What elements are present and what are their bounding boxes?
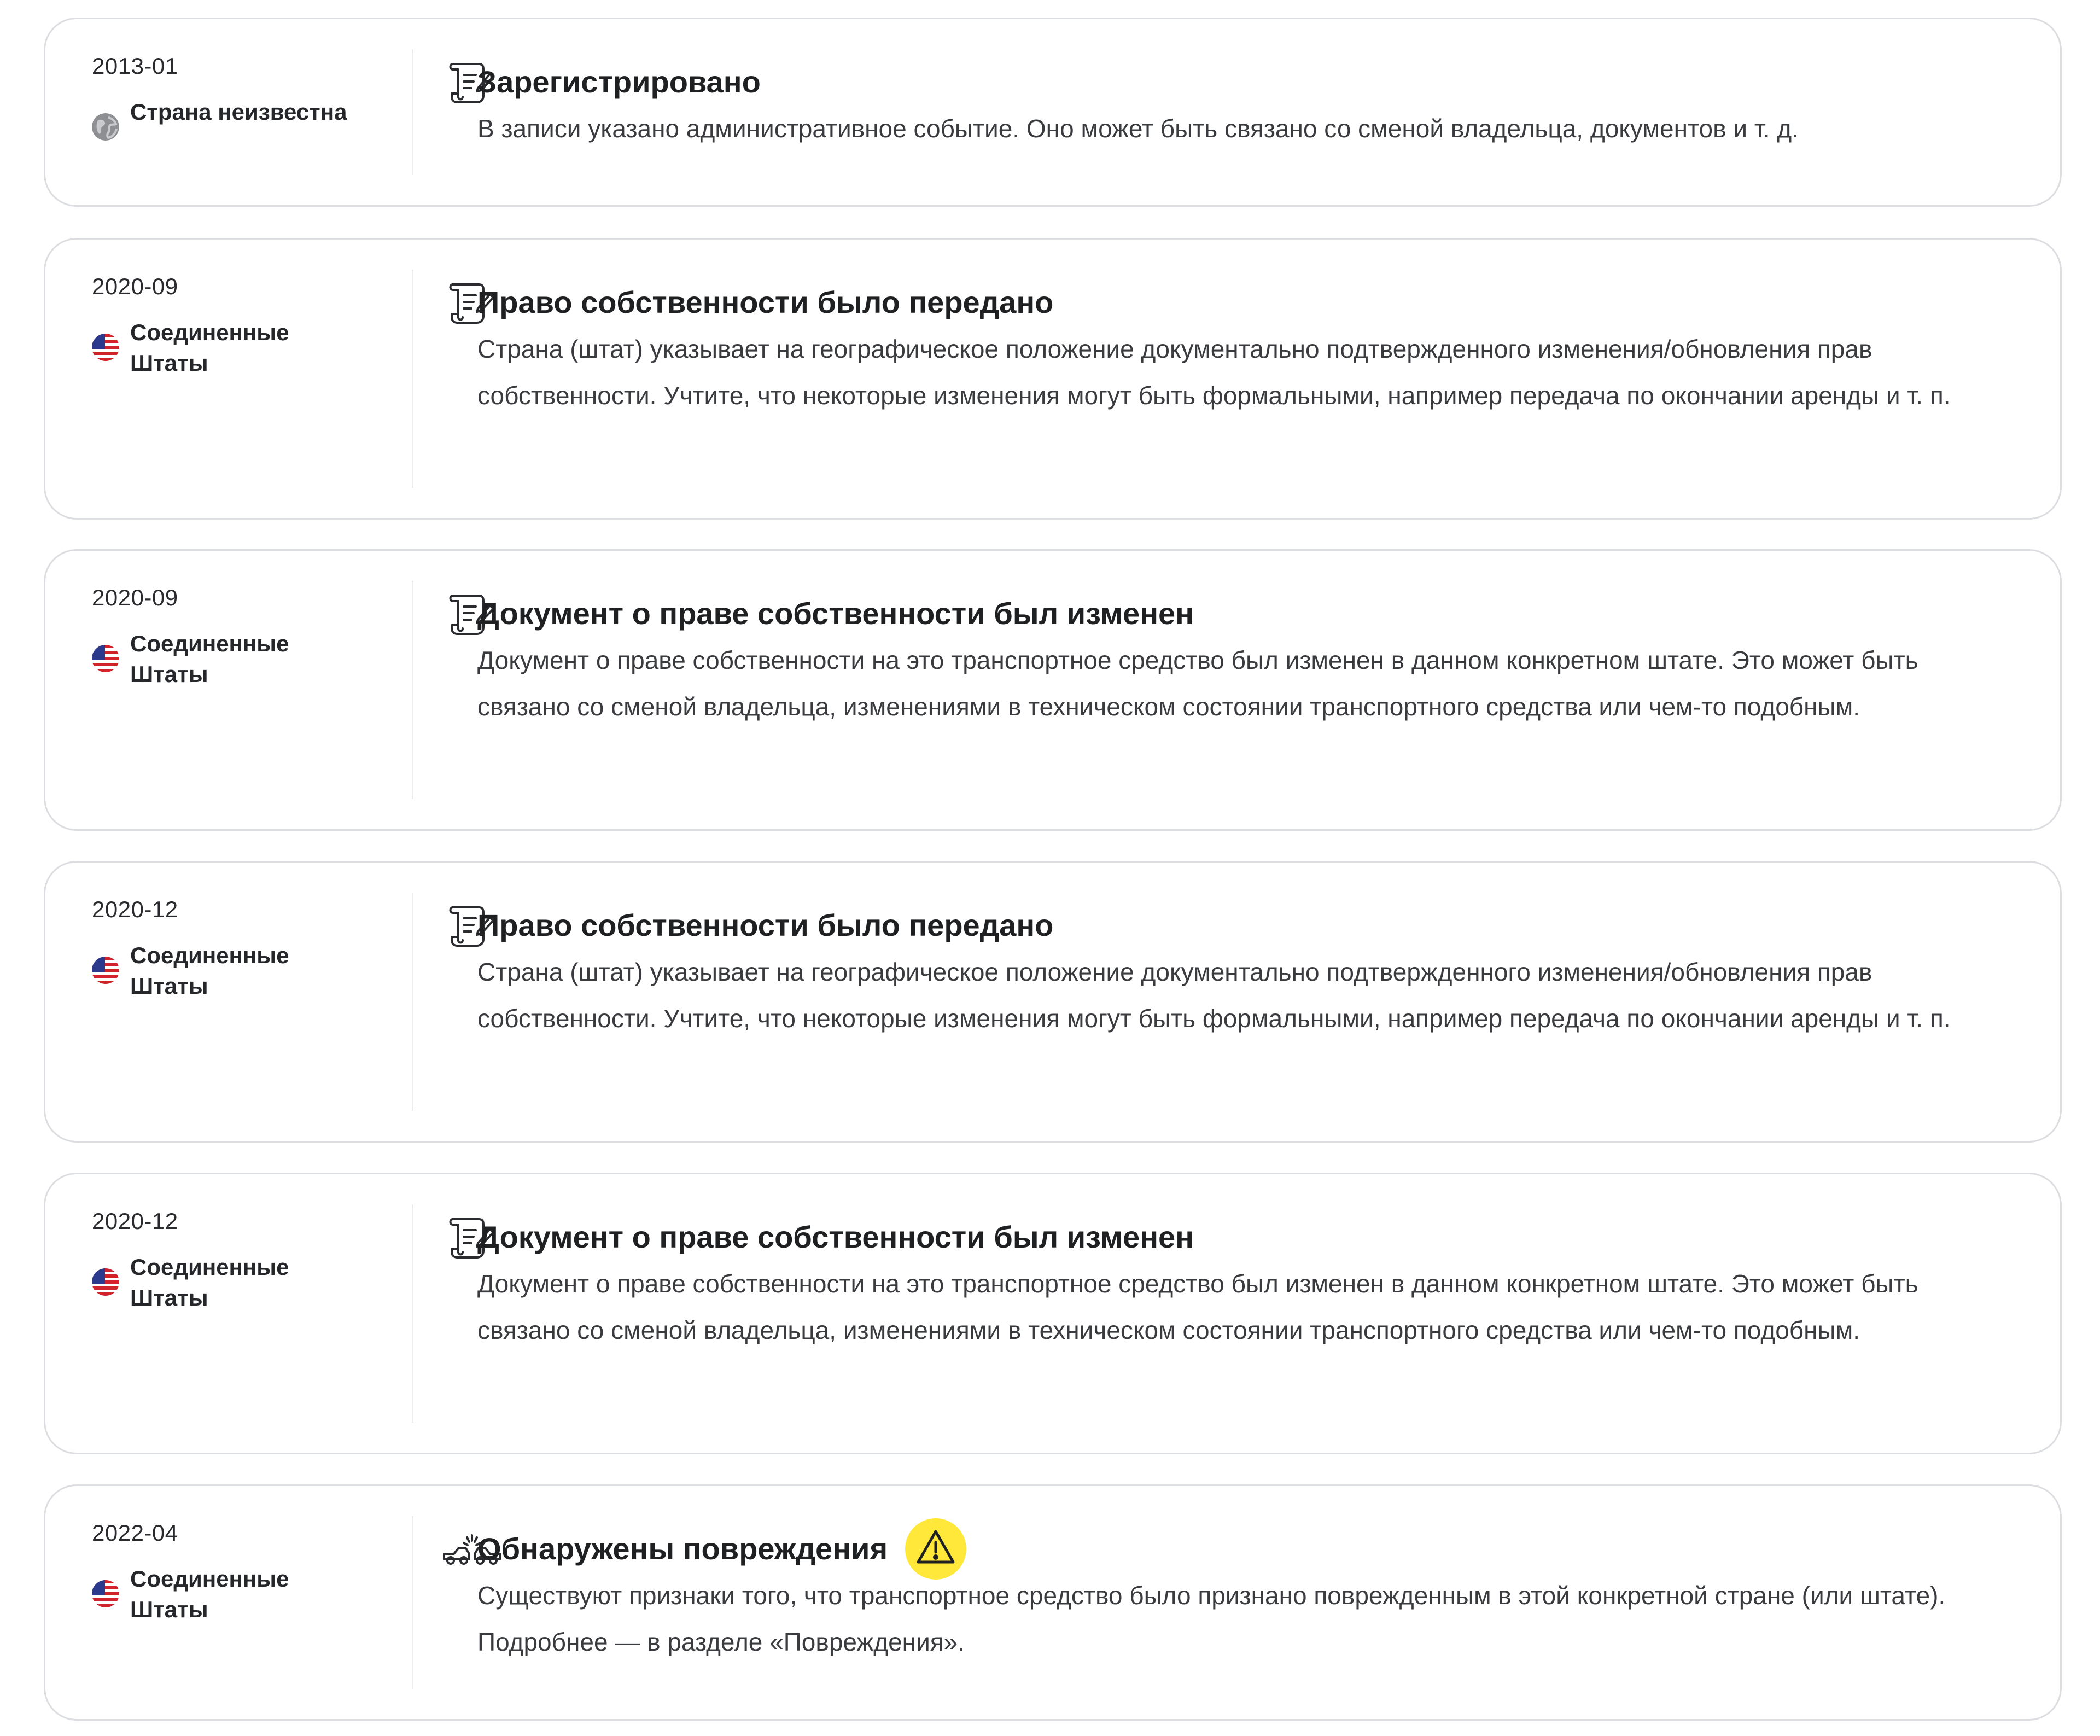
timeline-card: 2020-09 Соединенные Штаты xyxy=(44,238,2062,520)
event-date: 2020-09 xyxy=(92,273,178,299)
us-flag-icon xyxy=(92,334,119,361)
vehicle-history-timeline: 2013-01 Страна неизвестна Зарегистрирова… xyxy=(0,0,2100,1736)
country-name: Соединенные Штаты xyxy=(130,942,289,999)
event-country: Соединенные Штаты xyxy=(92,1252,365,1313)
event-country: Соединенные Штаты xyxy=(92,317,365,378)
divider xyxy=(412,270,413,488)
event-date: 2020-12 xyxy=(92,1208,178,1234)
warning-triangle-icon xyxy=(905,1518,967,1580)
divider xyxy=(412,581,413,799)
event-content: Право собственности было передано Страна… xyxy=(477,240,2011,419)
event-title: Документ о праве собственности был измен… xyxy=(477,1220,1194,1254)
us-flag-icon xyxy=(92,957,119,984)
event-title: Обнаружены повреждения xyxy=(477,1531,888,1566)
country-name: Соединенные Штаты xyxy=(130,631,289,687)
event-meta: 2013-01 Страна неизвестна xyxy=(92,52,365,141)
country-name: Страна неизвестна xyxy=(130,99,347,125)
event-date: 2020-12 xyxy=(92,896,178,922)
event-title: Документ о праве собственности был измен… xyxy=(477,596,1194,631)
event-country: Соединенные Штаты xyxy=(92,628,365,690)
event-meta: 2022-04 Соединенные Штаты xyxy=(92,1519,365,1625)
event-meta: 2020-09 Соединенные Штаты xyxy=(92,584,365,690)
globe-icon xyxy=(92,113,119,141)
event-title: Право собственности было передано xyxy=(477,908,1054,942)
event-date: 2022-04 xyxy=(92,1520,178,1546)
event-content: Право собственности было передано Страна… xyxy=(477,863,2011,1042)
event-description: В записи указано административное событи… xyxy=(477,114,1799,143)
event-title: Зарегистрировано xyxy=(477,65,761,99)
event-date: 2013-01 xyxy=(92,53,178,79)
country-name: Соединенные Штаты xyxy=(130,319,289,376)
timeline-card: 2013-01 Страна неизвестна Зарегистрирова… xyxy=(44,18,2062,207)
timeline-card: 2020-12 Соединенные Штаты xyxy=(44,1173,2062,1454)
event-content: Обнаружены повреждения Существуют призна… xyxy=(477,1486,2011,1665)
timeline-card: 2022-04 Соединенные Штаты Обнаружены пов… xyxy=(44,1484,2062,1721)
event-title: Право собственности было передано xyxy=(477,285,1054,319)
event-description: Документ о праве собственности на это тр… xyxy=(477,1269,1918,1344)
divider xyxy=(412,1516,413,1689)
event-description: Документ о праве собственности на это тр… xyxy=(477,646,1918,721)
event-content: Документ о праве собственности был измен… xyxy=(477,551,2011,730)
event-meta: 2020-12 Соединенные Штаты xyxy=(92,1207,365,1313)
event-country: Соединенные Штаты xyxy=(92,1564,365,1625)
event-date: 2020-09 xyxy=(92,585,178,610)
event-description: Страна (штат) указывает на географическо… xyxy=(477,958,1951,1033)
us-flag-icon xyxy=(92,645,119,672)
event-content: Зарегистрировано В записи указано админи… xyxy=(477,19,2011,152)
event-description: Страна (штат) указывает на географическо… xyxy=(477,335,1951,410)
event-content: Документ о праве собственности был измен… xyxy=(477,1174,2011,1354)
event-meta: 2020-12 Соединенные Штаты xyxy=(92,895,365,1001)
divider xyxy=(412,1204,413,1423)
event-country: Страна неизвестна xyxy=(92,97,365,141)
divider xyxy=(412,893,413,1111)
event-description: Существуют признаки того, что транспортн… xyxy=(477,1581,1946,1656)
country-name: Соединенные Штаты xyxy=(130,1566,289,1622)
divider xyxy=(412,49,413,175)
us-flag-icon xyxy=(92,1580,119,1607)
event-country: Соединенные Штаты xyxy=(92,940,365,1001)
country-name: Соединенные Штаты xyxy=(130,1254,289,1310)
us-flag-icon xyxy=(92,1268,119,1296)
timeline-card: 2020-09 Соединенные Штаты xyxy=(44,549,2062,831)
timeline-card: 2020-12 Соединенные Штаты xyxy=(44,861,2062,1143)
event-meta: 2020-09 Соединенные Штаты xyxy=(92,272,365,378)
